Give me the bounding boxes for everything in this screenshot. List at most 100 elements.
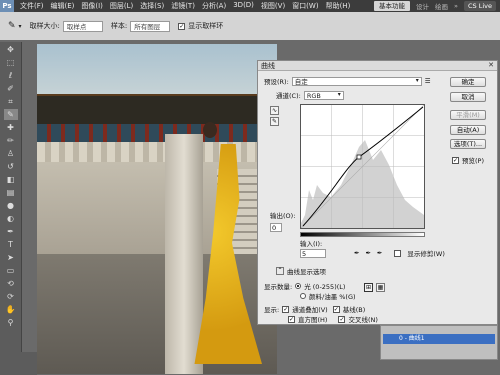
input-slider[interactable]	[300, 232, 425, 237]
menu-help[interactable]: 帮助(H)	[326, 1, 351, 11]
menu-edit[interactable]: 编辑(E)	[51, 1, 75, 11]
grid-size-buttons: ⊞ ▦	[364, 283, 385, 292]
curve-graph[interactable]	[300, 104, 425, 229]
palace-roof	[37, 96, 277, 126]
baseline-label: 基线(B)	[342, 306, 366, 314]
type-tool-icon[interactable]: T	[4, 239, 18, 250]
brush-tool-icon[interactable]: ✏	[4, 135, 18, 146]
show-row-2: 直方图(H) 交叉线(N)	[288, 314, 378, 324]
cs-live-button[interactable]: CS Live	[463, 1, 496, 11]
layers-panel: 0 - 曲线1	[380, 325, 498, 360]
dodge-tool-icon[interactable]: ◐	[4, 213, 18, 224]
histogram-checkbox[interactable]	[288, 315, 295, 323]
gray-point-eyedropper-icon[interactable]: ✒	[365, 249, 370, 257]
path-select-tool-icon[interactable]: ➤	[4, 252, 18, 263]
tools-panel: ✥ ⬚ ℓ ✐ ⌗ ✎ ✚ ✏ ♙ ↺ ◧ ▤ ● ◐ ✒ T ➤ ▭ ⟲ ⟳ …	[0, 42, 22, 373]
options-button[interactable]: 选项(T)...	[450, 139, 486, 149]
preset-select[interactable]: 自定	[291, 76, 422, 86]
3d-rotate-tool-icon[interactable]: ⟲	[4, 278, 18, 289]
input-gradient-bar	[300, 232, 425, 237]
channel-overlay-checkbox[interactable]	[282, 305, 290, 313]
pencil-tool-icon[interactable]: ✎	[270, 117, 279, 126]
crop-tool-icon[interactable]: ⌗	[4, 96, 18, 107]
intersection-checkbox[interactable]	[338, 315, 346, 323]
white-point-eyedropper-icon[interactable]: ✒	[377, 249, 382, 257]
show-label: 显示:	[264, 306, 280, 314]
display-options-toggle[interactable]: ⌃ 曲线显示选项	[276, 266, 326, 276]
model-head	[203, 122, 217, 138]
zoom-tool-icon[interactable]: ⚲	[4, 317, 18, 328]
move-tool-icon[interactable]: ✥	[4, 44, 18, 55]
smooth-button[interactable]: 平滑(M)	[450, 110, 486, 120]
pigment-row: 颜料/油墨 %(G)	[300, 291, 356, 301]
simple-grid-icon[interactable]: ⊞	[364, 283, 373, 292]
quick-select-tool-icon[interactable]: ✐	[4, 83, 18, 94]
tool-preset[interactable]: ✎ ▾	[8, 21, 22, 31]
dialog-title: 曲线	[258, 61, 497, 71]
light-label: 光 (0-255)(L)	[304, 283, 346, 291]
channel-select[interactable]: RGB	[303, 90, 344, 100]
blur-tool-icon[interactable]: ●	[4, 200, 18, 211]
pigment-radio[interactable]	[300, 293, 306, 299]
show-clipping-checkbox[interactable]	[394, 249, 402, 257]
sample-size-label: 取样大小:	[29, 22, 60, 30]
show-clipping-label: 显示修剪(W)	[407, 250, 445, 258]
pigment-label: 颜料/油墨 %(G)	[309, 293, 356, 301]
workspace-paint-link[interactable]: 绘画	[435, 1, 448, 11]
menu-layer[interactable]: 图层(L)	[110, 1, 133, 11]
show-ring-label: 显示取样环	[188, 22, 224, 30]
expand-icon[interactable]: ⌃	[276, 267, 284, 275]
stamp-tool-icon[interactable]: ♙	[4, 148, 18, 159]
output-label: 输出(O):	[270, 212, 296, 220]
preview-label: 预览(P)	[462, 157, 484, 165]
preset-menu-icon[interactable]: ☰	[425, 77, 431, 85]
curve-point-tool-icon[interactable]: ∿	[270, 106, 279, 115]
ok-button[interactable]: 确定	[450, 77, 486, 87]
sample-size-select[interactable]: 取样点	[62, 20, 103, 32]
menu-window[interactable]: 窗口(W)	[292, 1, 318, 11]
history-brush-tool-icon[interactable]: ↺	[4, 161, 18, 172]
menu-select[interactable]: 选择(S)	[140, 1, 164, 11]
menu-file[interactable]: 文件(F)	[20, 1, 44, 11]
lasso-tool-icon[interactable]: ℓ	[4, 70, 18, 81]
output-field[interactable]: 0	[270, 223, 282, 232]
menu-view[interactable]: 视图(V)	[261, 1, 285, 11]
eyedropper-tool-icon[interactable]: ✎	[3, 109, 18, 120]
shape-tool-icon[interactable]: ▭	[4, 265, 18, 276]
eyedropper-icon[interactable]: ✎	[8, 21, 16, 31]
menu-image[interactable]: 图像(I)	[81, 1, 103, 11]
auto-button[interactable]: 自动(A)	[450, 125, 486, 135]
menu-analysis[interactable]: 分析(A)	[202, 1, 226, 11]
marquee-tool-icon[interactable]: ⬚	[4, 57, 18, 68]
light-radio[interactable]	[295, 283, 302, 289]
main-menu: 文件(F) 编辑(E) 图像(I) 图层(L) 选择(S) 滤镜(T) 分析(A…	[20, 1, 350, 11]
3d-orbit-tool-icon[interactable]: ⟳	[4, 291, 18, 302]
sample-label: 样本:	[110, 22, 128, 30]
channel-label: 通道(C):	[276, 92, 301, 100]
workspace-more-button[interactable]: »	[454, 2, 458, 10]
eraser-tool-icon[interactable]: ◧	[4, 174, 18, 185]
intersection-label: 交叉线(N)	[348, 316, 378, 324]
channel-overlay-label: 通道叠加(V)	[292, 306, 328, 314]
sample-select[interactable]: 所有图层	[130, 20, 171, 32]
healing-tool-icon[interactable]: ✚	[4, 122, 18, 133]
close-icon[interactable]: ✕	[488, 61, 494, 69]
pen-tool-icon[interactable]: ✒	[4, 226, 18, 237]
show-ring-checkbox[interactable]	[178, 22, 186, 30]
black-point-eyedropper-icon[interactable]: ✒	[354, 249, 359, 257]
input-field[interactable]: 5	[300, 248, 326, 258]
curve-control-point[interactable]	[356, 154, 362, 160]
hand-tool-icon[interactable]: ✋	[4, 304, 18, 315]
document-canvas[interactable]	[37, 44, 277, 374]
menu-filter[interactable]: 滤镜(T)	[171, 1, 195, 11]
baseline-checkbox[interactable]	[332, 305, 340, 313]
detailed-grid-icon[interactable]: ▦	[376, 283, 385, 292]
preview-checkbox[interactable]	[452, 156, 459, 164]
workspace-design-link[interactable]: 设计	[416, 1, 429, 11]
chevron-down-icon[interactable]: ▾	[19, 23, 22, 30]
gradient-tool-icon[interactable]: ▤	[4, 187, 18, 198]
cancel-button[interactable]: 取消	[450, 92, 486, 102]
layer-row[interactable]: 0 - 曲线1	[383, 334, 495, 344]
workspace-essentials-button[interactable]: 基本功能	[374, 1, 410, 11]
menu-3d[interactable]: 3D(D)	[233, 1, 254, 11]
